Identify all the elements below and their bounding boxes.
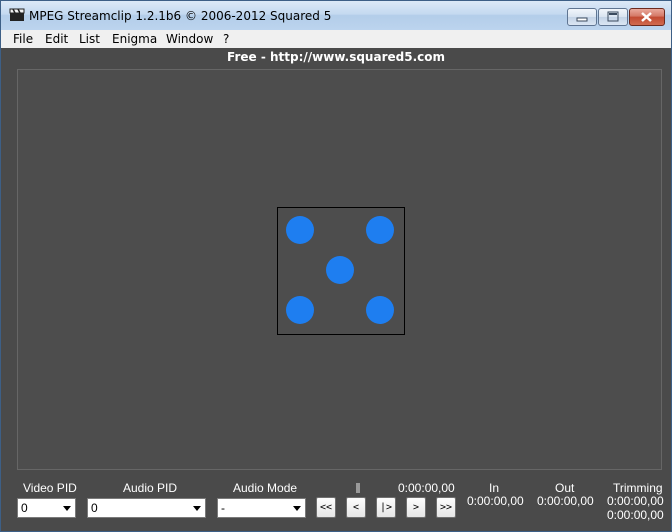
audio-mode-label: Audio Mode (233, 481, 298, 495)
menu-edit[interactable]: Edit (45, 32, 68, 46)
clapperboard-icon (9, 8, 25, 22)
dice-pip (286, 296, 314, 324)
trimming-label: Trimming (613, 481, 663, 495)
audio-mode-value: - (221, 501, 225, 515)
title-bar[interactable]: MPEG Streamclip 1.2.1b6 © 2006-2012 Squa… (1, 1, 671, 30)
out-label: Out (555, 481, 575, 495)
in-label: In (489, 481, 500, 495)
maximize-button[interactable] (598, 8, 628, 26)
video-pid-value: 0 (21, 501, 28, 515)
dice-pip (366, 296, 394, 324)
minimize-button[interactable] (567, 8, 597, 26)
video-pid-select[interactable]: 0 (17, 498, 76, 518)
in-time: 0:00:00,00 (467, 494, 524, 508)
current-time: 0:00:00,00 (398, 481, 455, 495)
promo-headline: Free - http://www.squared5.com (227, 50, 445, 64)
video-pid-label: Video PID (23, 481, 77, 495)
step-forward-button[interactable]: > (406, 497, 426, 518)
menu-list[interactable]: List (79, 32, 100, 46)
chevron-down-icon (193, 506, 201, 511)
trimming-time-1: 0:00:00,00 (607, 494, 664, 508)
dice-pip (286, 216, 314, 244)
forward-fast-button[interactable]: >> (436, 497, 456, 518)
video-preview[interactable] (17, 69, 662, 470)
app-window: MPEG Streamclip 1.2.1b6 © 2006-2012 Squa… (0, 0, 672, 532)
maximize-icon (607, 11, 619, 22)
close-button[interactable] (629, 8, 665, 26)
trimming-time-2: 0:00:00,00 (607, 508, 664, 522)
menu-file[interactable]: File (13, 32, 33, 46)
menu-enigma[interactable]: Enigma (112, 32, 157, 46)
audio-mode-select[interactable]: - (217, 498, 306, 518)
dice-placeholder-image (277, 207, 405, 335)
chevron-down-icon (63, 506, 71, 511)
playhead-handle[interactable] (356, 483, 360, 493)
menu-help[interactable]: ? (223, 32, 229, 46)
dice-pip (366, 216, 394, 244)
play-button[interactable]: |> (376, 497, 396, 518)
menu-bar: File Edit List Enigma Window ? (1, 30, 671, 48)
audio-pid-value: 0 (91, 501, 98, 515)
step-back-button[interactable]: < (346, 497, 366, 518)
rewind-fast-button[interactable]: << (316, 497, 336, 518)
close-icon (641, 12, 652, 22)
out-time: 0:00:00,00 (537, 494, 594, 508)
chevron-down-icon (293, 506, 301, 511)
dice-pip (326, 256, 354, 284)
menu-window[interactable]: Window (166, 32, 213, 46)
audio-pid-select[interactable]: 0 (87, 498, 206, 518)
audio-pid-label: Audio PID (123, 481, 178, 495)
minimize-icon (576, 17, 588, 22)
window-title: MPEG Streamclip 1.2.1b6 © 2006-2012 Squa… (29, 9, 332, 23)
